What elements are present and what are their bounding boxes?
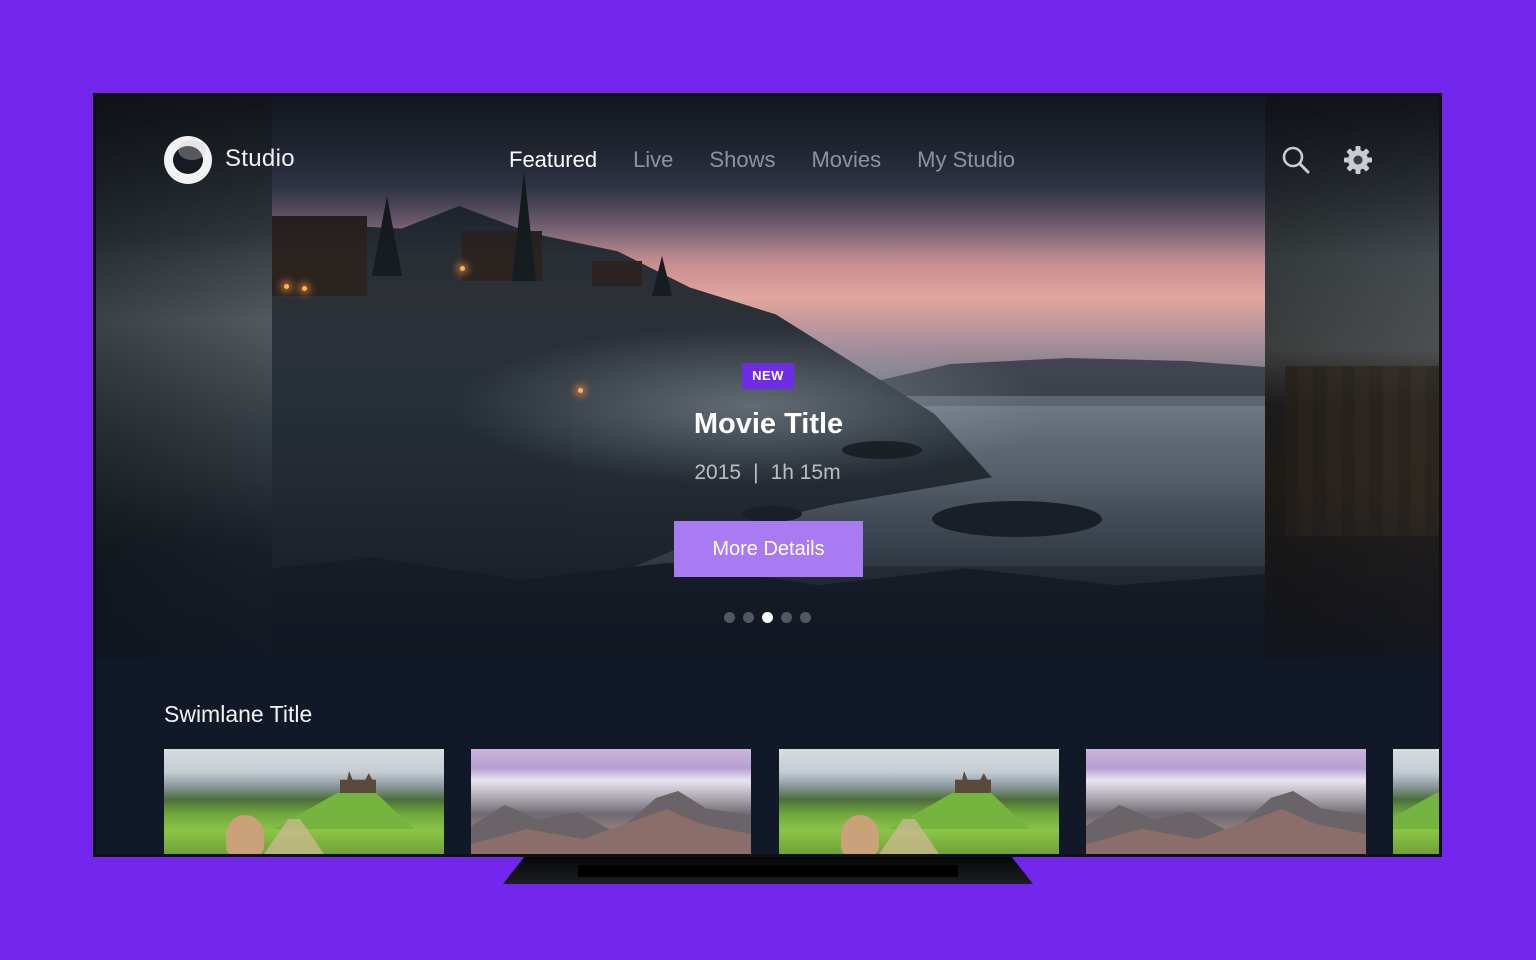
swimlane-tile[interactable] [471, 749, 751, 854]
new-badge: NEW [742, 363, 794, 389]
studio-logo-icon[interactable] [164, 136, 212, 184]
brand-name: Studio [225, 145, 295, 172]
swimlane-tile[interactable] [1393, 749, 1439, 854]
nav-item-live[interactable]: Live [633, 147, 673, 173]
carousel-dot[interactable] [724, 612, 735, 623]
nav-item-movies[interactable]: Movies [811, 147, 881, 173]
swimlane-title: Swimlane Title [164, 701, 313, 727]
nav-item-shows[interactable]: Shows [709, 147, 775, 173]
hero-window-light [284, 284, 289, 289]
tile-hill [1393, 789, 1439, 829]
nav-item-my-studio[interactable]: My Studio [917, 147, 1015, 173]
hero-window-light [460, 266, 465, 271]
tile-castle [340, 771, 376, 793]
hero-rock [842, 441, 922, 459]
tv-screen: Studio Featured Live Shows Movies My Stu… [96, 96, 1439, 854]
swimlane-tile[interactable] [164, 749, 444, 854]
carousel-dot[interactable] [743, 612, 754, 623]
meta-separator: | [753, 461, 759, 484]
movie-title: Movie Title [693, 408, 844, 440]
tv-stand [503, 857, 1033, 884]
tv-frame: Studio Featured Live Shows Movies My Stu… [93, 93, 1442, 857]
hero-window-light [578, 388, 583, 393]
nav-item-featured[interactable]: Featured [509, 147, 597, 173]
tile-castle [955, 771, 991, 793]
movie-year: 2015 [694, 461, 742, 484]
movie-duration: 1h 15m [770, 461, 841, 484]
search-icon[interactable] [1280, 144, 1312, 176]
carousel-dot[interactable] [800, 612, 811, 623]
tile-person [226, 815, 264, 854]
hero-window-light [302, 286, 307, 291]
carousel-dot[interactable] [781, 612, 792, 623]
carousel-indicators [724, 612, 811, 623]
more-details-button[interactable]: More Details [674, 521, 863, 577]
tv-stand-inner [578, 865, 958, 877]
movie-meta: 2015 | 1h 15m [96, 461, 1439, 485]
gear-icon[interactable] [1342, 144, 1374, 176]
hero-house [592, 261, 642, 286]
carousel-dot[interactable] [762, 612, 773, 623]
main-nav: Featured Live Shows Movies My Studio [509, 147, 1051, 173]
tile-person [841, 815, 879, 854]
top-gradient [96, 96, 1439, 256]
swimlane-tile[interactable] [1086, 749, 1366, 854]
swimlane-tile[interactable] [779, 749, 1059, 854]
